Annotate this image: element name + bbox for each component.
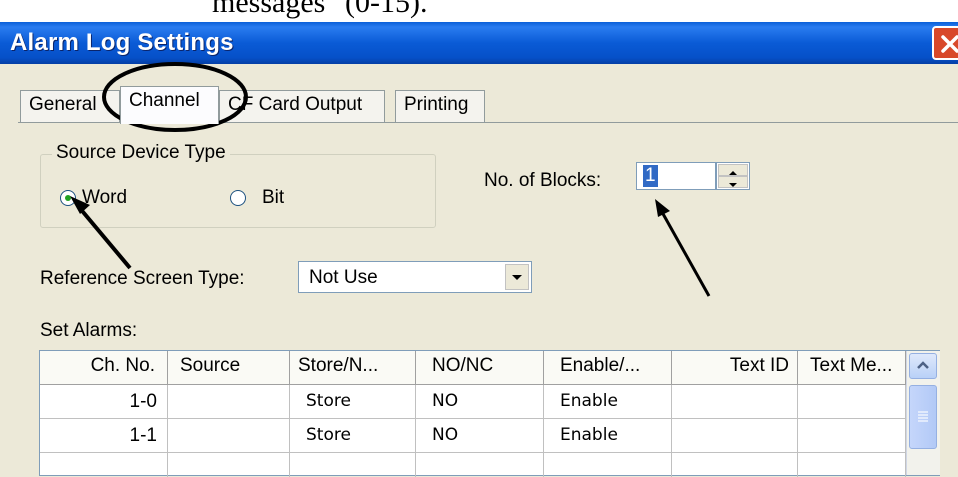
table-cell[interactable] <box>672 385 798 419</box>
scroll-up-icon <box>917 361 929 369</box>
table-cell[interactable]: NO <box>416 419 544 453</box>
blocks-spinner[interactable] <box>716 162 750 190</box>
table-cell-empty[interactable] <box>290 453 416 477</box>
table-cell[interactable]: 1-1 <box>40 419 168 453</box>
close-button[interactable] <box>932 26 958 60</box>
table-cell[interactable]: Enable <box>544 419 672 453</box>
column-header-no-nc[interactable]: NO/NC <box>416 351 544 385</box>
document-background: messages" (0-15). <box>0 0 958 22</box>
column-header-enable[interactable]: Enable/... <box>544 351 672 385</box>
table-cell-empty[interactable] <box>672 453 798 477</box>
tab-label: Printing <box>404 94 469 115</box>
source-device-type-label: Source Device Type <box>52 142 230 164</box>
table-cell-empty[interactable] <box>40 453 168 477</box>
table-cell[interactable]: Enable <box>544 385 672 419</box>
tab-channel[interactable]: Channel <box>120 86 219 124</box>
table-cell[interactable] <box>798 385 906 419</box>
column-header-text-message[interactable]: Text Me... <box>798 351 906 385</box>
spin-up-button[interactable] <box>718 164 748 176</box>
tab-label: Channel <box>129 90 200 111</box>
close-icon <box>941 35 958 53</box>
blocks-input[interactable]: 1 <box>636 162 716 190</box>
tab-printing[interactable]: Printing <box>395 90 485 122</box>
table-cell[interactable]: Store <box>290 419 416 453</box>
scroll-thumb[interactable] <box>909 385 937 449</box>
alarms-table[interactable]: Ch. No. Source Store/N... NO/NC Enable/.… <box>39 350 940 477</box>
spin-down-icon <box>729 183 737 187</box>
bit-radio-label[interactable]: Bit <box>262 187 284 209</box>
tab-general[interactable]: General <box>20 90 120 122</box>
word-radio-label[interactable]: Word <box>82 187 127 209</box>
radio-selected-dot <box>65 195 71 201</box>
table-cell[interactable] <box>672 419 798 453</box>
title-bar[interactable]: Alarm Log Settings <box>0 22 958 64</box>
column-header-text-id[interactable]: Text ID <box>672 351 798 385</box>
bit-radio[interactable] <box>230 190 246 206</box>
reference-screen-type-select[interactable]: Not Use <box>298 261 532 293</box>
spin-down-button[interactable] <box>718 176 748 188</box>
tab-cf-card-output[interactable]: CF Card Output <box>219 90 385 122</box>
scroll-thumb-grip-icon <box>918 411 928 422</box>
tab-label: General <box>29 94 97 115</box>
vertical-scrollbar[interactable] <box>906 351 940 475</box>
table-cell[interactable] <box>168 385 290 419</box>
reference-screen-type-label: Reference Screen Type: <box>40 268 245 289</box>
table-cell[interactable]: NO <box>416 385 544 419</box>
table-cell-empty[interactable] <box>168 453 290 477</box>
dropdown-arrow-icon <box>512 275 522 280</box>
table-cell[interactable] <box>798 419 906 453</box>
scroll-up-button[interactable] <box>909 353 937 379</box>
table-cell-empty[interactable] <box>544 453 672 477</box>
column-header-source[interactable]: Source <box>168 351 290 385</box>
blocks-value: 1 <box>643 165 658 187</box>
table-cell-empty[interactable] <box>416 453 544 477</box>
table-cell[interactable]: 1-0 <box>40 385 168 419</box>
document-text: messages" (0-15). <box>212 0 428 19</box>
tab-label: CF Card Output <box>228 94 363 115</box>
table-cell[interactable]: Store <box>290 385 416 419</box>
word-radio[interactable] <box>60 190 76 206</box>
window-title: Alarm Log Settings <box>10 29 234 56</box>
column-header-store[interactable]: Store/N... <box>290 351 416 385</box>
dropdown-button[interactable] <box>505 264 529 290</box>
table-cell[interactable] <box>168 419 290 453</box>
column-header-ch-no[interactable]: Ch. No. <box>40 351 168 385</box>
table-cell-empty[interactable] <box>798 453 906 477</box>
reference-screen-type-value: Not Use <box>309 267 378 288</box>
set-alarms-label: Set Alarms: <box>40 320 138 341</box>
blocks-label: No. of Blocks: <box>484 170 602 191</box>
